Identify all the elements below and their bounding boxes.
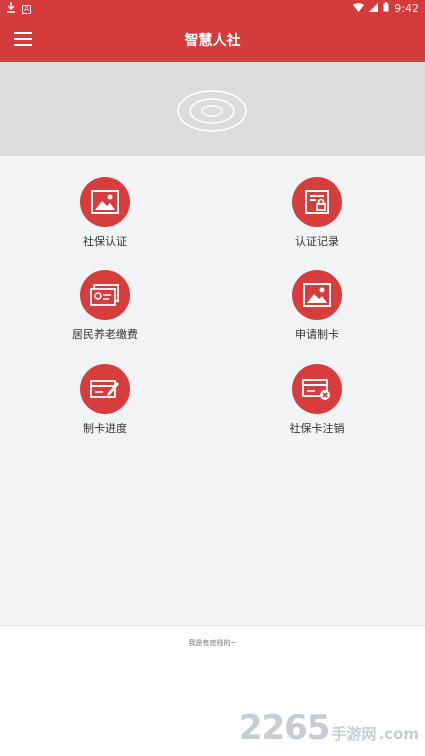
grid-item-label: 认证记录 [295, 235, 339, 248]
grid-item-card-progress[interactable]: 制卡进度 [45, 364, 165, 436]
card-payment-icon [80, 270, 130, 320]
watermark-number: 2265 [238, 708, 331, 748]
image-icon [80, 177, 130, 227]
status-time: 9:42 [394, 2, 419, 15]
record-lock-icon [292, 177, 342, 227]
footer-end-text: 我是有底线的~ [188, 639, 237, 647]
card-cancel-icon [292, 364, 342, 414]
grid-item-auth-records[interactable]: 认证记录 [257, 177, 377, 249]
status-bar: A 9:42 [0, 0, 425, 18]
banner[interactable] [0, 62, 425, 156]
signal-icon [369, 2, 379, 15]
wifi-icon [353, 2, 365, 15]
status-left: A [6, 2, 31, 16]
download-icon [6, 2, 16, 16]
grid-item-card-cancel[interactable]: 社保卡注销 [257, 364, 377, 436]
page-title: 智慧人社 [184, 33, 241, 49]
card-pen-icon [80, 364, 130, 414]
grid-item-apply-card[interactable]: 申请制卡 [257, 270, 377, 342]
status-right: 9:42 [353, 2, 419, 15]
grid-item-social-security-auth[interactable]: 社保认证 [45, 177, 165, 249]
a-box-icon: A [22, 4, 31, 14]
grid-item-label: 制卡进度 [83, 422, 127, 435]
watermark-suffix: .com [378, 725, 419, 743]
battery-icon [383, 2, 389, 15]
grid-item-pension-payment[interactable]: 居民养老缴费 [45, 270, 165, 342]
grid-item-label: 申请制卡 [295, 328, 339, 341]
watermark: 2265 手游网 .com [239, 708, 419, 748]
grid-item-label: 社保认证 [83, 235, 127, 248]
ripple-logo-icon [177, 90, 247, 132]
grid-item-label: 居民养老缴费 [72, 328, 138, 341]
watermark-text: 手游网 [331, 725, 377, 743]
app-bar: 智慧人社 [0, 18, 425, 62]
image-icon [292, 270, 342, 320]
grid-item-label: 社保卡注销 [289, 422, 345, 435]
